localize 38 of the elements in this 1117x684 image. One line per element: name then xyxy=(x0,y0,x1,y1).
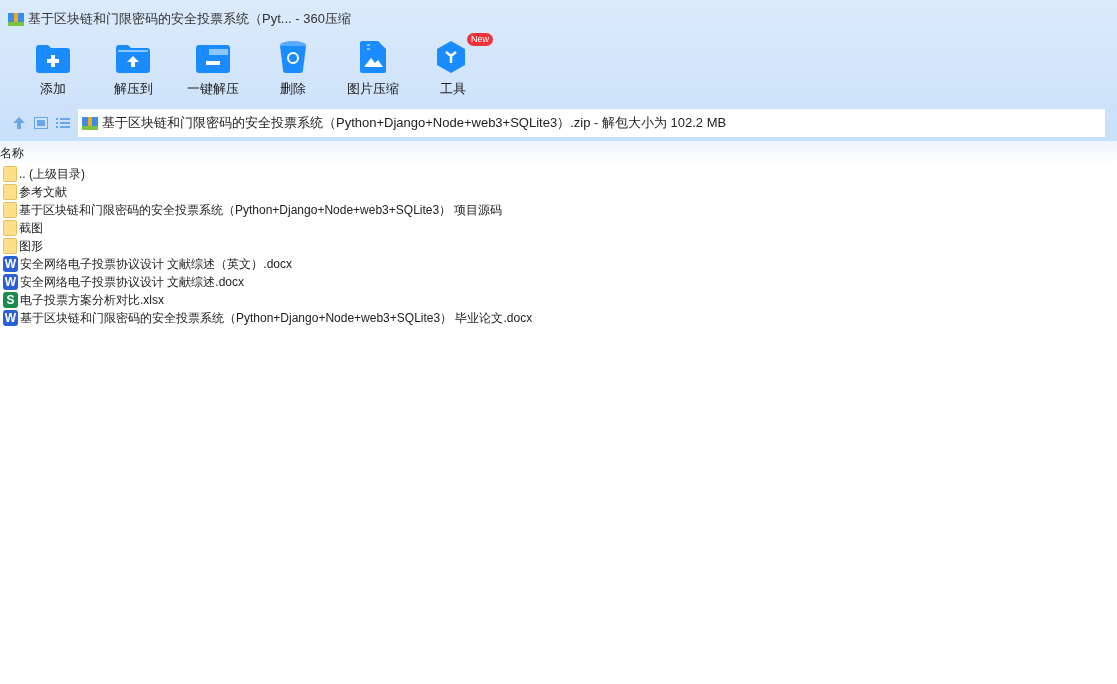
image-file-icon xyxy=(360,41,386,73)
window-title: 基于区块链和门限密码的安全投票系统（Pyt... - 360压缩 xyxy=(28,9,351,28)
folder-icon xyxy=(3,166,17,182)
recycle-bin-icon xyxy=(280,41,306,73)
folder-minus-icon xyxy=(196,45,230,73)
file-row[interactable]: W 安全网络电子投票协议设计 文献综述（英文）.docx xyxy=(3,255,292,273)
spreadsheet-icon: S xyxy=(3,292,18,308)
archive-icon xyxy=(8,10,24,27)
file-row[interactable]: 图形 xyxy=(3,237,43,255)
file-row[interactable]: W 安全网络电子投票协议设计 文献综述.docx xyxy=(3,273,244,291)
column-header[interactable]: 名称 xyxy=(0,144,24,162)
archive-path: 基于区块链和门限密码的安全投票系统（Python+Django+Node+web3+SQLite3）.zip - 解包大小为 102.2 MB xyxy=(102,114,727,133)
address-bar[interactable]: 基于区块链和门限密码的安全投票系统（Python+Django+Node+web3+SQLite3）.zip - 解包大小为 102.2 MB xyxy=(78,109,1105,137)
archive-icon xyxy=(82,115,98,131)
toolbar-button[interactable]: 一键解压 xyxy=(173,39,253,99)
file-row[interactable]: 参考文献 xyxy=(3,183,67,201)
file-row[interactable]: 截图 xyxy=(3,219,43,237)
toolbar-button[interactable]: 图片压缩 xyxy=(333,39,413,99)
list-view-icon[interactable] xyxy=(56,117,70,129)
up-arrow-icon[interactable] xyxy=(12,116,26,130)
new-badge: New xyxy=(467,33,493,46)
file-row[interactable]: S 电子投票方案分析对比.xlsx xyxy=(3,291,164,309)
folder-upload-icon xyxy=(116,45,150,73)
thumbnail-view-icon[interactable] xyxy=(34,117,48,129)
file-row[interactable]: W 基于区块链和门限密码的安全投票系统（Python+Django+Node+web3+SQLite3） 毕业论文.docx xyxy=(3,309,533,327)
folder-icon xyxy=(3,184,17,200)
word-document-icon: W xyxy=(3,310,18,326)
file-row[interactable]: .. (上级目录) xyxy=(3,165,85,183)
folder-plus-icon xyxy=(36,45,70,73)
folder-icon xyxy=(3,238,17,254)
word-document-icon: W xyxy=(3,274,18,290)
toolbar-button[interactable]: 删除 xyxy=(253,39,333,99)
file-row[interactable]: 基于区块链和门限密码的安全投票系统（Python+Django+Node+web3+SQLite3） 项目源码 xyxy=(3,201,503,219)
toolbar-button[interactable]: 解压到 xyxy=(93,39,173,99)
toolbar-button[interactable]: 添加 xyxy=(13,39,93,99)
folder-icon xyxy=(3,202,17,218)
folder-icon xyxy=(3,220,17,236)
word-document-icon: W xyxy=(3,256,18,272)
